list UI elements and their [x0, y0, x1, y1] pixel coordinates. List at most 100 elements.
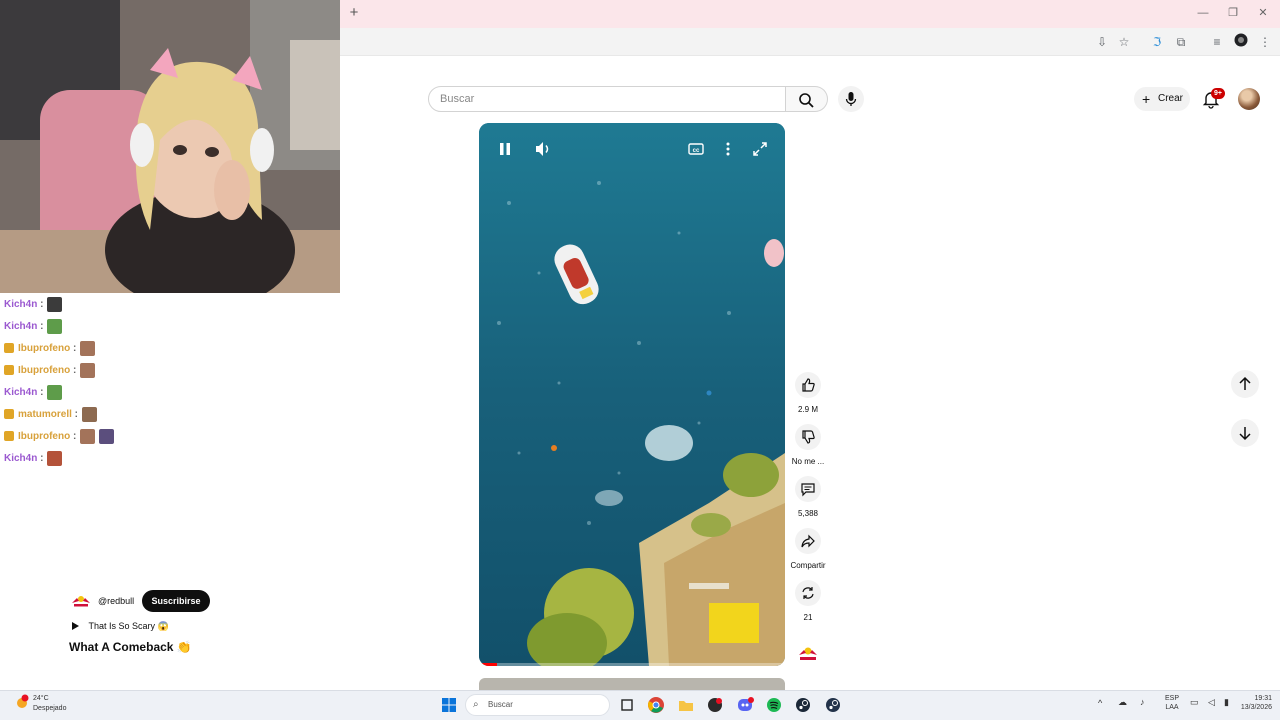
close-window-button[interactable]: ✕ — [1248, 4, 1278, 22]
comment-icon — [801, 483, 815, 497]
sub-badge-icon — [4, 343, 14, 354]
chat-emote-icon — [80, 340, 96, 356]
chat-emote-icon — [47, 384, 63, 400]
closed-captions-icon: cc — [688, 143, 704, 155]
more-options-button[interactable] — [715, 136, 741, 162]
sub-badge-icon — [4, 409, 14, 420]
webcam-overlay — [0, 0, 340, 293]
taskbar-search-label: Buscar — [488, 700, 513, 709]
chat-emote-icon — [80, 362, 96, 378]
next-short-preview[interactable] — [479, 678, 785, 690]
chat-username[interactable]: Ibuprofeno — [18, 365, 70, 376]
microphone-tray-icon[interactable]: ♪ — [1140, 698, 1145, 707]
account-avatar[interactable] — [1238, 88, 1260, 110]
channel-avatar-small[interactable] — [796, 645, 820, 663]
new-tab-button[interactable]: + — [345, 4, 363, 22]
chat-separator: : — [70, 343, 77, 354]
share-label: Compartir — [790, 561, 826, 570]
volume-tray-icon[interactable]: ◁ — [1208, 698, 1215, 707]
search-input[interactable]: Buscar — [428, 86, 786, 112]
translate-extension-icon[interactable]: ℑ — [1148, 33, 1166, 51]
display-tray-icon[interactable]: ▭ — [1190, 698, 1199, 707]
chat-message: Ibuprofeno : — [4, 340, 96, 358]
network-tray-icon[interactable]: ☁ — [1118, 698, 1127, 707]
chat-username[interactable]: Kich4n — [4, 453, 37, 464]
plus-icon: + — [1142, 91, 1151, 107]
chat-username[interactable]: matumorell — [18, 409, 72, 420]
clock-date: 13/3/2026 — [1240, 704, 1272, 711]
bookmark-star-icon[interactable]: ☆ — [1115, 33, 1133, 51]
progress-fill — [479, 663, 498, 666]
chat-message: Kich4n : — [4, 296, 63, 314]
subscribe-button[interactable]: Suscribirse — [142, 590, 210, 612]
webcam-feed-image — [0, 0, 340, 293]
search-button[interactable] — [786, 86, 828, 112]
thumbs-down-icon — [802, 430, 815, 444]
remix-button[interactable] — [795, 580, 821, 606]
profile-icon[interactable] — [1232, 33, 1250, 51]
weather-desc: Despejado — [33, 705, 67, 712]
progress-track[interactable] — [479, 663, 785, 666]
minimize-button[interactable]: — — [1188, 4, 1218, 22]
chat-message: matumorell : — [4, 406, 98, 424]
media-controls-icon[interactable]: ≡ — [1208, 33, 1226, 51]
comment-count: 5,388 — [797, 509, 819, 518]
svg-text:cc: cc — [693, 148, 700, 154]
file-explorer-icon[interactable] — [675, 694, 697, 716]
comments-button[interactable] — [795, 476, 821, 502]
create-button[interactable]: + Crear — [1134, 87, 1190, 111]
media-app-icon[interactable] — [704, 694, 726, 716]
play-icon — [72, 621, 79, 630]
maximize-button[interactable]: ❐ — [1218, 4, 1248, 22]
speaker-icon — [536, 142, 549, 156]
clock[interactable]: 19:31 13/3/2026 — [1228, 694, 1272, 712]
chat-username[interactable]: Ibuprofeno — [18, 343, 70, 354]
search-icon: ⌕ — [473, 699, 479, 710]
fullscreen-button[interactable] — [747, 136, 773, 162]
windows-start-button[interactable] — [438, 694, 460, 716]
short-title[interactable]: What A Comeback 👏 — [69, 639, 192, 655]
captions-button[interactable]: cc — [683, 136, 709, 162]
dislike-button[interactable] — [795, 424, 821, 450]
chrome-app-icon[interactable] — [645, 694, 667, 716]
sound-link[interactable]: That Is So Scary 😱 — [70, 618, 169, 633]
arrow-up-icon — [1239, 376, 1251, 390]
chat-separator: : — [70, 431, 77, 442]
taskbar-search[interactable]: ⌕ Buscar — [465, 694, 610, 716]
chat-emote-icon — [80, 428, 96, 444]
chat-username[interactable]: Kich4n — [4, 387, 37, 398]
steam-app-icon[interactable] — [792, 694, 814, 716]
chat-emote-icon — [82, 406, 98, 422]
volume-button[interactable] — [530, 136, 556, 162]
like-count: 2.9 M — [797, 405, 818, 414]
steam-secondary-icon[interactable] — [822, 694, 844, 716]
taskbar — [0, 690, 1280, 720]
voice-search-button[interactable] — [838, 86, 864, 112]
weather-icon[interactable] — [14, 694, 30, 710]
create-label: Crear — [1158, 93, 1184, 104]
task-view-icon[interactable] — [616, 694, 638, 716]
chat-username[interactable]: Ibuprofeno — [18, 431, 70, 442]
pause-button[interactable] — [492, 136, 518, 162]
language-indicator[interactable]: ESP LAA — [1162, 694, 1182, 712]
chat-username[interactable]: Kich4n — [4, 299, 37, 310]
video-frame — [479, 123, 785, 666]
extensions-icon[interactable]: ⧉ — [1172, 33, 1190, 51]
browser-menu-icon[interactable]: ⋮ — [1256, 33, 1274, 51]
channel-handle[interactable]: @redbull — [98, 594, 134, 608]
chat-message: Ibuprofeno : — [4, 428, 115, 446]
previous-short-button[interactable] — [1231, 370, 1259, 398]
clock-time: 19:31 — [1254, 695, 1272, 702]
remix-count: 21 — [803, 613, 813, 622]
share-button[interactable] — [795, 528, 821, 554]
chat-username[interactable]: Kich4n — [4, 321, 37, 332]
chevron-up-icon[interactable]: ^ — [1098, 699, 1102, 708]
install-app-icon[interactable]: ⇩ — [1093, 33, 1111, 51]
share-arrow-icon — [801, 534, 815, 548]
channel-logo[interactable] — [70, 594, 92, 608]
like-button[interactable] — [795, 372, 821, 398]
short-video-player[interactable]: cc — [479, 123, 785, 666]
spotify-app-icon[interactable] — [763, 694, 785, 716]
discord-app-icon[interactable] — [734, 694, 756, 716]
next-short-button[interactable] — [1231, 419, 1259, 447]
